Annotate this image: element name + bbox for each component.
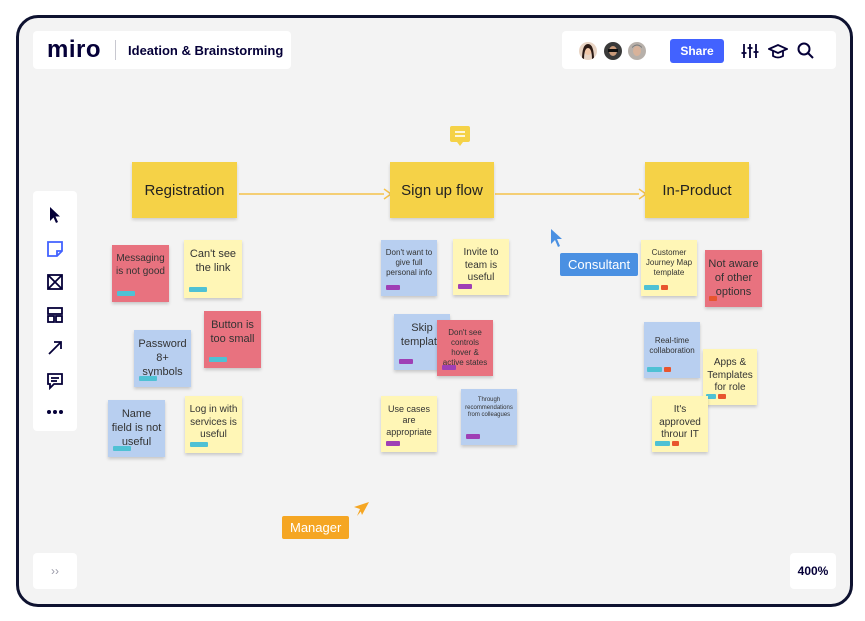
sticky-note[interactable]: Log in with services is useful xyxy=(185,396,242,453)
note-tag xyxy=(386,285,400,290)
note-tag xyxy=(442,365,456,370)
note-tag xyxy=(672,441,679,446)
sticky-note[interactable]: Don't see controls hover & active states xyxy=(437,320,493,376)
note-tag xyxy=(644,285,659,290)
sticky-note[interactable]: Messaging is not good xyxy=(112,245,169,302)
note-tag xyxy=(209,357,227,362)
note-tag xyxy=(139,376,157,381)
note-tag xyxy=(386,441,400,446)
manager-cursor-label: Manager xyxy=(282,516,350,539)
frame-label: Registration xyxy=(144,181,225,199)
sticky-note[interactable]: Password 8+ symbols xyxy=(134,330,191,387)
note-tag xyxy=(190,442,208,447)
comment-bubble-icon[interactable] xyxy=(449,124,471,146)
sticky-note[interactable]: It's approved throur IT xyxy=(652,396,708,452)
note-tag xyxy=(664,367,671,372)
note-tag xyxy=(117,291,135,296)
sticky-note[interactable]: Button is too small xyxy=(204,311,261,368)
consultant-cursor-icon xyxy=(550,228,564,253)
note-tag xyxy=(661,285,668,290)
note-tag xyxy=(466,434,480,439)
frame-in-product[interactable]: In-Product xyxy=(645,162,749,218)
note-tag xyxy=(647,367,662,372)
note-tag xyxy=(458,284,472,289)
note-tag xyxy=(399,359,413,364)
sticky-note[interactable]: Customer Journey Map template xyxy=(641,240,697,296)
note-tag xyxy=(709,296,717,301)
note-tag xyxy=(189,287,207,292)
note-tag xyxy=(718,394,726,399)
frame-label: Sign up flow xyxy=(401,181,483,199)
note-tag xyxy=(113,446,131,451)
sticky-note[interactable]: Not aware of other options xyxy=(705,250,762,307)
sticky-note[interactable]: Apps & Templates for role xyxy=(703,349,757,405)
sticky-note[interactable]: Use cases are appropriate xyxy=(381,396,437,452)
frame-registration[interactable]: Registration xyxy=(132,162,237,218)
app-window: miro Ideation & Brainstorming Share ›› 4… xyxy=(16,15,853,607)
sticky-note[interactable]: Can't see the link xyxy=(184,240,242,298)
sticky-note[interactable]: Name field is not useful xyxy=(108,400,165,457)
note-tag xyxy=(655,441,670,446)
sticky-note[interactable]: Real-time collaboration xyxy=(644,322,700,378)
consultant-cursor-label: Consultant xyxy=(560,253,639,276)
flow-connectors xyxy=(239,188,648,200)
sticky-note[interactable]: Invite to team is useful xyxy=(453,239,509,295)
manager-cursor-icon xyxy=(352,501,370,522)
frame-sign-up-flow[interactable]: Sign up flow xyxy=(390,162,494,218)
sticky-note[interactable]: Through recommendations from colleagues xyxy=(461,389,517,445)
frame-label: In-Product xyxy=(662,181,732,199)
sticky-note[interactable]: Don't want to give full personal info xyxy=(381,240,437,296)
